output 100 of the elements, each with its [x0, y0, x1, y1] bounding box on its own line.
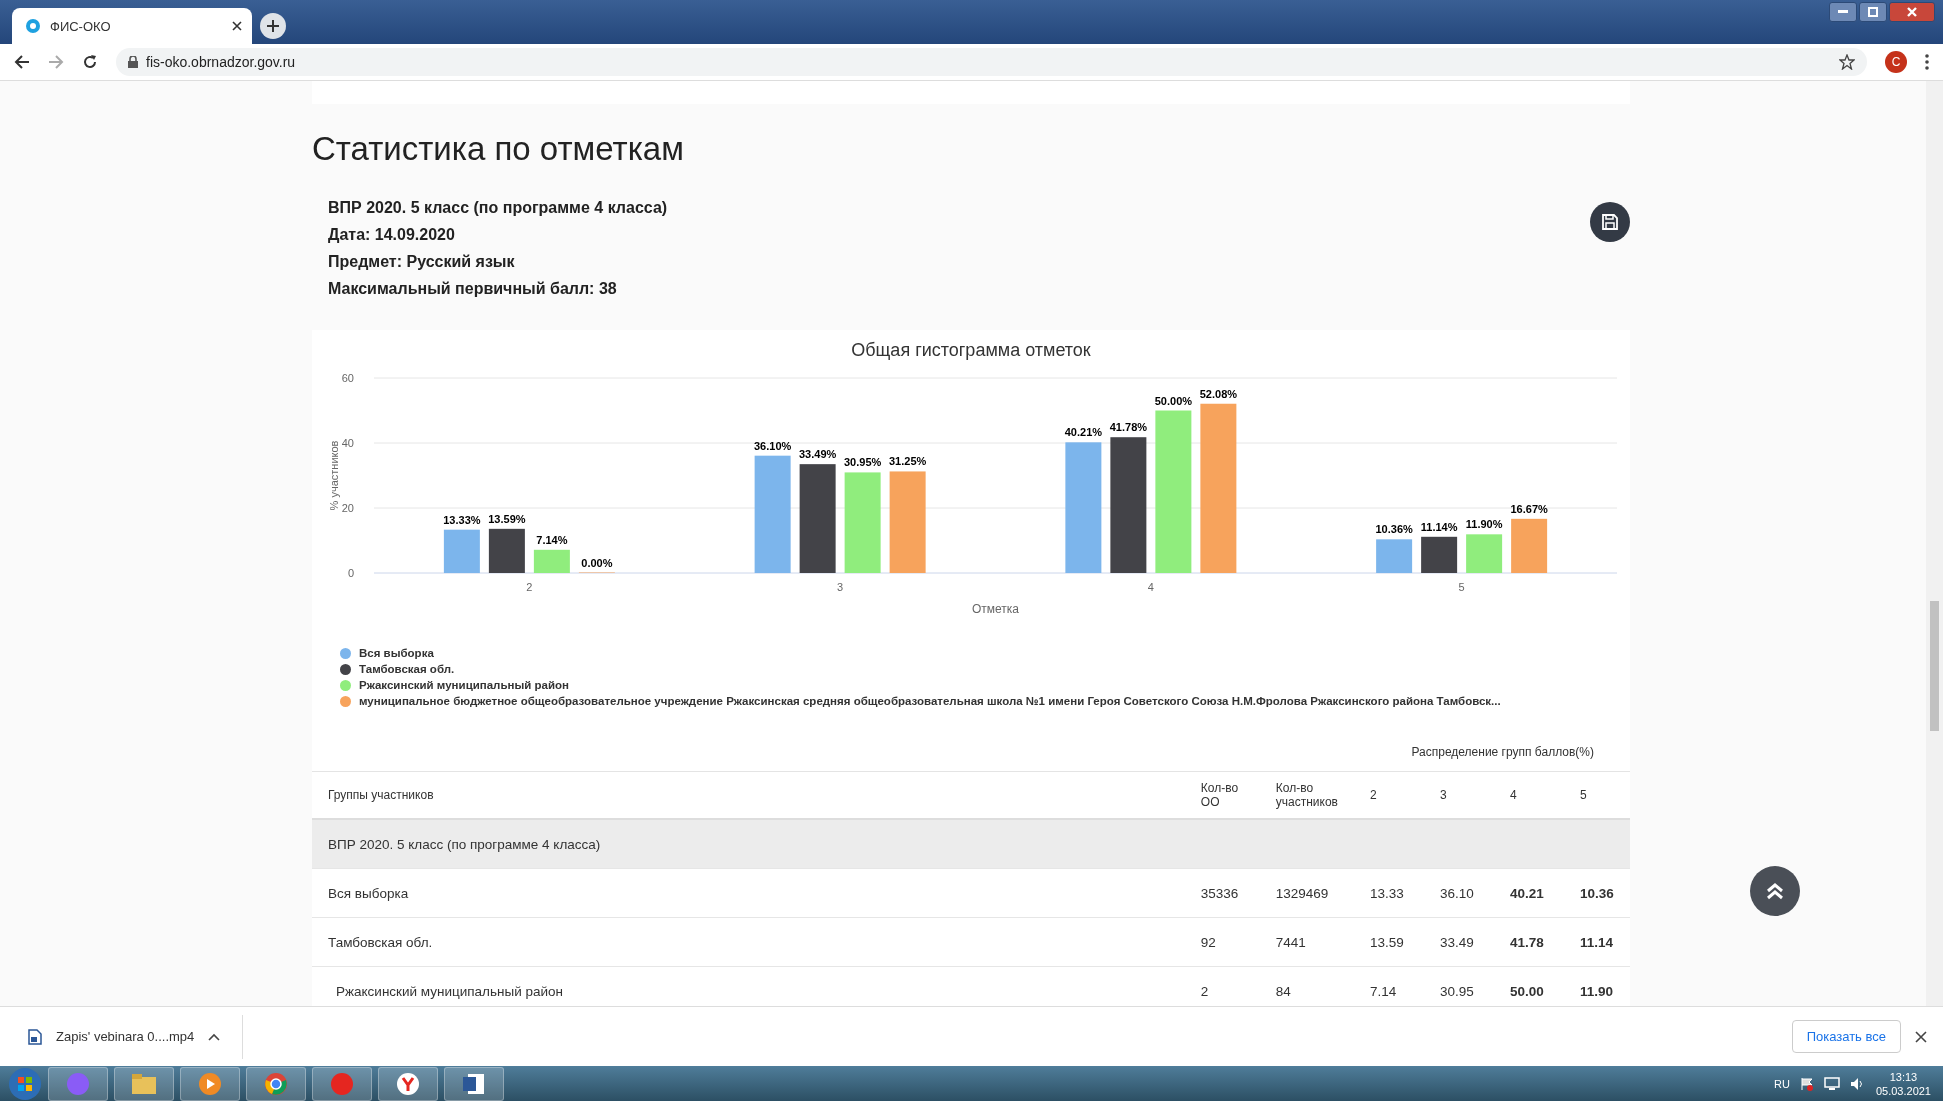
document-icon: [462, 1072, 486, 1096]
taskbar-app[interactable]: [114, 1067, 174, 1101]
network-icon[interactable]: [1823, 1077, 1840, 1091]
flag-icon[interactable]: [1799, 1077, 1814, 1091]
column-header: Кол-во участников: [1259, 771, 1354, 819]
y-axis-title: % участников: [328, 440, 340, 511]
legend-label[interactable]: Вся выборка: [359, 647, 434, 659]
bar: [443, 529, 480, 573]
data-label: 13.59%: [488, 512, 526, 525]
bar: [1421, 536, 1458, 573]
x-tick-label: 2: [526, 581, 533, 593]
scroll-to-top-button[interactable]: [1750, 866, 1800, 916]
maximize-icon: [1868, 7, 1878, 17]
clock-time[interactable]: 13:13: [1889, 1070, 1918, 1084]
table-cell: Тамбовская обл.: [312, 917, 1185, 967]
data-label: 10.36%: [1375, 523, 1413, 536]
table-cell: 33.49: [1424, 917, 1494, 967]
browser-icon: [264, 1072, 288, 1096]
data-label: 30.95%: [843, 456, 882, 469]
taskbar-app[interactable]: [444, 1067, 504, 1101]
back-icon[interactable]: [14, 54, 30, 70]
y-tick-label: 40: [341, 437, 354, 449]
legend-label[interactable]: Ржаксинский муниципальный район: [359, 679, 569, 691]
data-label: 36.10%: [753, 439, 792, 452]
data-label: 31.25%: [888, 455, 927, 468]
table-cell: 7441: [1259, 917, 1354, 967]
bar: [1376, 539, 1413, 573]
minimize-button[interactable]: [1829, 2, 1857, 22]
circle-icon: [66, 1072, 90, 1096]
taskbar-app[interactable]: [246, 1067, 306, 1101]
data-label: 33.49%: [798, 448, 837, 461]
data-label: 52.08%: [1199, 387, 1238, 400]
column-header: Кол-во ОО: [1184, 771, 1260, 819]
caret-icon[interactable]: [208, 1032, 221, 1041]
legend-label[interactable]: муниципальное бюджетное общеобразовательное учреждение Ржаксинская средняя общеобразовательная школа №1 имени Героя Советского Союза Н.М.Фролова Ржаксинского района Тамбовск...: [359, 695, 1501, 707]
browser-tab[interactable]: ФИС-ОКО: [12, 8, 252, 44]
test-info: ВПР 2020. 5 класс (по программе 4 класса): [328, 198, 668, 218]
table-cell: 36.10: [1424, 868, 1494, 918]
show-all-button[interactable]: Показать все: [1791, 1020, 1901, 1053]
legend-label[interactable]: Тамбовская обл.: [359, 663, 455, 675]
table-cell: Вся выборка: [312, 868, 1185, 918]
table-cell: 40.21: [1494, 868, 1564, 918]
language-indicator[interactable]: RU: [1774, 1078, 1790, 1090]
maximize-button[interactable]: [1859, 2, 1887, 22]
test-info: Предмет: Русский язык: [328, 252, 516, 272]
column-header: 5: [1564, 771, 1630, 819]
bar: [1466, 534, 1503, 573]
reload-icon[interactable]: [82, 54, 98, 70]
profile-avatar[interactable]: C: [1885, 51, 1907, 73]
save-button[interactable]: [1590, 202, 1630, 242]
data-label: 0.00%: [581, 557, 613, 569]
double-chevron-up-icon: [1765, 881, 1785, 901]
taskbar-app[interactable]: [378, 1067, 438, 1101]
x-axis-title: Отметка: [972, 602, 1019, 616]
table-cell: 35336: [1184, 868, 1260, 918]
section-row: ВПР 2020. 5 класс (по программе 4 класса): [312, 819, 1630, 869]
table-cell: 41.78: [1494, 917, 1564, 967]
page-title: Статистика по отметкам: [312, 130, 685, 168]
column-group-header: Распределение групп баллов(%): [1411, 745, 1594, 759]
file-icon: [28, 1028, 42, 1045]
table-cell: 1329469: [1259, 868, 1354, 918]
address-bar[interactable]: fis-oko.obrnadzor.gov.ru: [116, 48, 1867, 76]
data-label: 16.67%: [1510, 502, 1548, 515]
data-label: 41.78%: [1109, 421, 1148, 434]
table-cell: 11.14: [1564, 917, 1630, 967]
column-header: Группы участников: [312, 771, 1185, 819]
play-icon: [198, 1072, 222, 1096]
new-tab-button[interactable]: [260, 13, 286, 39]
clock-date[interactable]: 05.03.2021: [1875, 1084, 1931, 1098]
column-header: 3: [1424, 771, 1494, 819]
x-tick-label: 5: [1458, 581, 1465, 593]
close-icon[interactable]: [232, 21, 242, 31]
start-icon[interactable]: [8, 1067, 42, 1101]
table-cell: 92: [1184, 917, 1260, 967]
taskbar-app[interactable]: [180, 1067, 240, 1101]
data-label: 11.14%: [1420, 520, 1458, 533]
download-filename[interactable]: Zapis' vebinara 0....mp4: [56, 1029, 195, 1044]
x-tick-label: 3: [837, 581, 844, 593]
circle-icon: [330, 1072, 354, 1096]
minimize-icon: [1838, 10, 1848, 14]
circle-icon: [396, 1072, 420, 1096]
plus-icon: [267, 20, 279, 32]
scrollbar[interactable]: [1926, 81, 1943, 1006]
table-cell: 13.59: [1354, 917, 1424, 967]
close-icon: [1907, 7, 1917, 17]
y-tick-label: 60: [341, 372, 354, 384]
x-tick-label: 4: [1147, 581, 1154, 593]
bar: [488, 528, 525, 573]
menu-icon[interactable]: [1925, 54, 1929, 70]
chart-title: Общая гистограмма отметок: [850, 340, 1092, 361]
close-icon[interactable]: [1915, 1030, 1927, 1043]
test-info: Максимальный первичный балл: 38: [328, 279, 618, 299]
bar: [1511, 518, 1548, 573]
y-tick-label: 0: [347, 567, 354, 579]
close-button[interactable]: [1889, 2, 1935, 22]
data-label: 7.14%: [536, 533, 568, 546]
bar: [533, 549, 570, 573]
data-label: 40.21%: [1064, 426, 1103, 439]
table-cell: 13.33: [1354, 868, 1424, 918]
table-cell: 10.36: [1564, 868, 1630, 918]
